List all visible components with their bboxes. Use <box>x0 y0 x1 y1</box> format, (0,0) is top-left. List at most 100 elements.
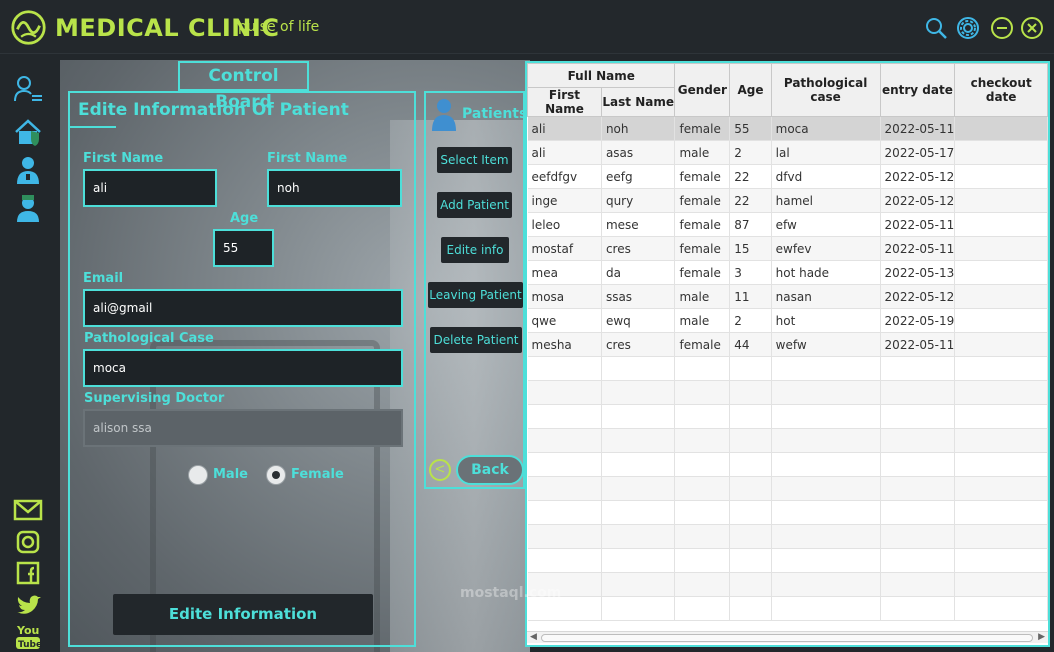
table-cell <box>729 524 772 549</box>
edit-information-button[interactable]: Edite Information <box>113 594 373 635</box>
table-cell <box>954 164 1048 189</box>
table-cell: qwe <box>527 308 602 333</box>
title-underline <box>70 126 116 128</box>
table-cell <box>527 452 602 477</box>
table-row[interactable]: ali asas male 2 lal 2022-05-17 <box>527 140 1048 165</box>
table-row[interactable] <box>527 500 1048 525</box>
table-cell: 2022-05-17 <box>880 140 956 165</box>
table-cell <box>954 452 1048 477</box>
table-cell <box>729 596 772 621</box>
add-patient-button[interactable]: Add Patient <box>437 192 512 218</box>
table-cell <box>954 356 1048 381</box>
select-item-button[interactable]: Select Item <box>437 147 512 173</box>
patients-title: Patients <box>462 106 528 122</box>
table-row[interactable]: ali noh female 55 moca 2022-05-11 <box>527 116 1048 141</box>
mail-icon[interactable] <box>13 495 43 525</box>
table-cell <box>601 476 676 501</box>
email-input[interactable]: ali@gmail <box>83 289 403 327</box>
table-cell <box>954 596 1048 621</box>
case-input[interactable]: moca <box>83 349 403 387</box>
age-input[interactable]: 55 <box>213 229 274 267</box>
horizontal-scrollbar[interactable]: ◀ ▶ <box>527 631 1048 643</box>
column-header[interactable]: Last Name <box>600 87 676 117</box>
table-cell: cres <box>601 332 676 357</box>
table-cell <box>880 548 956 573</box>
table-row[interactable] <box>527 476 1048 501</box>
table-row[interactable]: qwe ewq male 2 hot 2022-05-19 <box>527 308 1048 333</box>
table-cell <box>674 596 731 621</box>
column-header[interactable]: checkout date <box>954 63 1048 117</box>
table-row[interactable] <box>527 428 1048 453</box>
table-cell <box>527 524 602 549</box>
minimize-icon[interactable] <box>990 16 1014 40</box>
table-cell <box>601 356 676 381</box>
twitter-icon[interactable] <box>13 590 43 620</box>
table-row[interactable] <box>527 572 1048 597</box>
close-icon[interactable] <box>1020 16 1044 40</box>
table-cell <box>954 572 1048 597</box>
column-header[interactable]: Pathological case <box>770 63 881 117</box>
column-header[interactable]: entry date <box>879 63 956 117</box>
table-row[interactable]: eefdfgv eefg female 22 dfvd 2022-05-12 <box>527 164 1048 189</box>
youtube-icon[interactable]: You Tube <box>13 621 43 651</box>
search-icon[interactable] <box>924 16 948 40</box>
female-radio[interactable] <box>266 465 286 485</box>
first-name-input[interactable]: ali <box>83 169 217 207</box>
edit-info-button[interactable]: Edite info <box>441 237 509 263</box>
svg-text:You: You <box>16 624 39 637</box>
male-radio[interactable] <box>188 465 208 485</box>
table-row[interactable]: mostaf cres female 15 ewfev 2022-05-11 <box>527 236 1048 261</box>
table-cell <box>880 524 956 549</box>
back-arrow-icon[interactable]: < <box>429 459 451 481</box>
delete-patient-button[interactable]: Delete Patient <box>430 327 522 353</box>
table-cell <box>954 380 1048 405</box>
settings-icon[interactable] <box>956 16 980 40</box>
table-cell: qury <box>601 188 676 213</box>
table-row[interactable]: mosa ssas male 11 nasan 2022-05-12 <box>527 284 1048 309</box>
table-cell <box>729 500 772 525</box>
table-cell <box>880 572 956 597</box>
table-cell <box>880 452 956 477</box>
column-header[interactable]: Gender <box>674 63 731 117</box>
table-row[interactable] <box>527 404 1048 429</box>
column-header[interactable]: Age <box>729 63 772 117</box>
table-cell <box>729 548 772 573</box>
column-header[interactable]: First Name <box>527 87 602 117</box>
table-cell <box>954 428 1048 453</box>
table-cell: lal <box>771 140 881 165</box>
table-cell: male <box>674 140 731 165</box>
table-cell: female <box>674 116 731 141</box>
table-cell: wefw <box>771 332 881 357</box>
table-row[interactable] <box>527 548 1048 573</box>
table-cell <box>674 452 731 477</box>
home-icon[interactable] <box>13 117 43 147</box>
table-cell: eefdfgv <box>527 164 602 189</box>
user-list-icon[interactable] <box>13 74 43 104</box>
table-row[interactable]: inge qury female 22 hamel 2022-05-12 <box>527 188 1048 213</box>
sidebar: You Tube <box>0 55 54 652</box>
table-row[interactable] <box>527 380 1048 405</box>
table-row[interactable] <box>527 524 1048 549</box>
table-cell: 11 <box>729 284 772 309</box>
scrollbar-thumb[interactable] <box>541 634 1033 642</box>
last-name-input[interactable]: noh <box>267 169 402 207</box>
table-cell <box>954 260 1048 285</box>
facebook-icon[interactable] <box>13 558 43 588</box>
table-row[interactable] <box>527 356 1048 381</box>
table-row[interactable] <box>527 452 1048 477</box>
back-button[interactable]: Back <box>456 455 524 485</box>
table-row[interactable]: leleo mese female 87 efw 2022-05-11 <box>527 212 1048 237</box>
table-cell: eefg <box>601 164 676 189</box>
doctor-icon[interactable] <box>13 155 43 185</box>
table-row[interactable] <box>527 596 1048 621</box>
instagram-icon[interactable] <box>13 527 43 557</box>
table-cell <box>527 356 602 381</box>
table-cell <box>527 428 602 453</box>
nurse-icon[interactable] <box>13 193 43 223</box>
table-cell: 2022-05-11 <box>880 116 956 141</box>
table-row[interactable]: mea da female 3 hot hade 2022-05-13 <box>527 260 1048 285</box>
doctor-input[interactable]: alison ssa <box>83 409 403 447</box>
table-row[interactable]: mesha cres female 44 wefw 2022-05-11 <box>527 332 1048 357</box>
leaving-patient-button[interactable]: Leaving Patient <box>428 282 523 308</box>
table-cell <box>954 404 1048 429</box>
